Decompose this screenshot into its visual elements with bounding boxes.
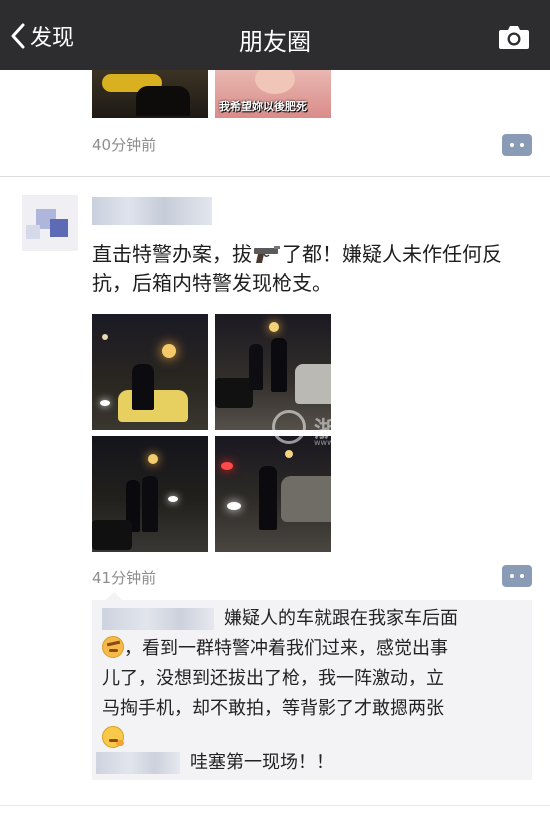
previous-post-photo-2[interactable]: 我希望妳以後肥死	[215, 70, 331, 118]
car-door	[215, 378, 253, 408]
comments-section: 嫌疑人的车就跟在我家车后面 ，看到一群特警冲着我们过来，感觉出事 儿了，没想到还…	[92, 592, 532, 780]
previous-post-photo-1[interactable]	[92, 70, 208, 118]
streetlight	[285, 450, 293, 458]
officer-silhouette	[259, 466, 277, 530]
white-car	[295, 364, 331, 404]
streetlight	[162, 344, 176, 358]
avatar[interactable]	[22, 195, 78, 251]
comment-text-line: 马掏手机，却不敢拍，等背影了才敢摁两张	[102, 698, 444, 719]
pistol-icon	[254, 246, 280, 263]
photo-detail	[136, 86, 190, 116]
officer-silhouette	[271, 338, 287, 392]
navigation-bar: 发现 朋友圈	[0, 0, 550, 70]
post-timestamp: 40分钟前	[92, 136, 157, 154]
post-photo-1[interactable]	[92, 314, 208, 430]
comment-button[interactable]	[502, 134, 532, 156]
page-title: 朋友圈	[239, 28, 311, 56]
comment-text-line: 嫌疑人的车就跟在我家车后面	[224, 608, 458, 629]
comment-dot	[510, 574, 514, 578]
car-headlight	[227, 502, 241, 510]
officer-silhouette	[142, 476, 158, 532]
post-timestamp: 41分钟前	[92, 569, 157, 587]
commenter-name-blurred[interactable]	[102, 608, 214, 630]
officer-silhouette	[132, 364, 154, 410]
avatar-pixel	[26, 225, 40, 239]
streetlight	[269, 322, 279, 332]
post-photo-3[interactable]	[92, 436, 208, 552]
photo-detail	[255, 70, 295, 94]
previous-post: 我希望妳以後肥死 40分钟前	[0, 70, 550, 176]
post-divider	[0, 805, 550, 806]
car-headlight	[168, 496, 178, 502]
username-blurred[interactable]	[92, 197, 212, 225]
comment-text-line: 儿了，没想到还拔出了枪，我一阵激动，立	[102, 668, 444, 689]
police-light	[221, 462, 233, 470]
suv-car	[281, 476, 331, 522]
camera-icon[interactable]	[498, 24, 530, 50]
comment-dot	[520, 143, 524, 147]
comment-text-part: ，看到一群特警冲着我们过来，感觉出事	[124, 638, 448, 659]
comment-dot	[510, 143, 514, 147]
officer-silhouette	[249, 344, 263, 390]
comment-text-line: ，看到一群特警冲着我们过来，感觉出事	[102, 634, 448, 664]
photo-caption-text: 我希望妳以後肥死	[219, 100, 307, 113]
post-text-part: 直击特警办案，拔	[92, 242, 252, 266]
comment-text-line: 哇塞第一现场！！	[190, 752, 334, 773]
car-headlight	[100, 400, 110, 406]
angry-face-emoji	[102, 636, 124, 658]
post-photo-2[interactable]	[215, 314, 331, 430]
car-mirror	[92, 520, 132, 550]
avatar-pixel	[50, 219, 68, 237]
commenter-name-blurred[interactable]	[96, 752, 180, 774]
streetlight	[148, 454, 158, 464]
post-photo-4[interactable]	[215, 436, 331, 552]
post-text: 直击特警办案，拔 了都！嫌疑人未作任何反抗，后箱内特警发现枪支。	[92, 240, 532, 298]
post-divider	[0, 176, 550, 177]
comment-dot	[520, 574, 524, 578]
streetlight	[102, 334, 108, 340]
comment-text-line	[102, 724, 124, 754]
thinking-face-emoji	[102, 726, 124, 748]
comment-button[interactable]	[502, 565, 532, 587]
